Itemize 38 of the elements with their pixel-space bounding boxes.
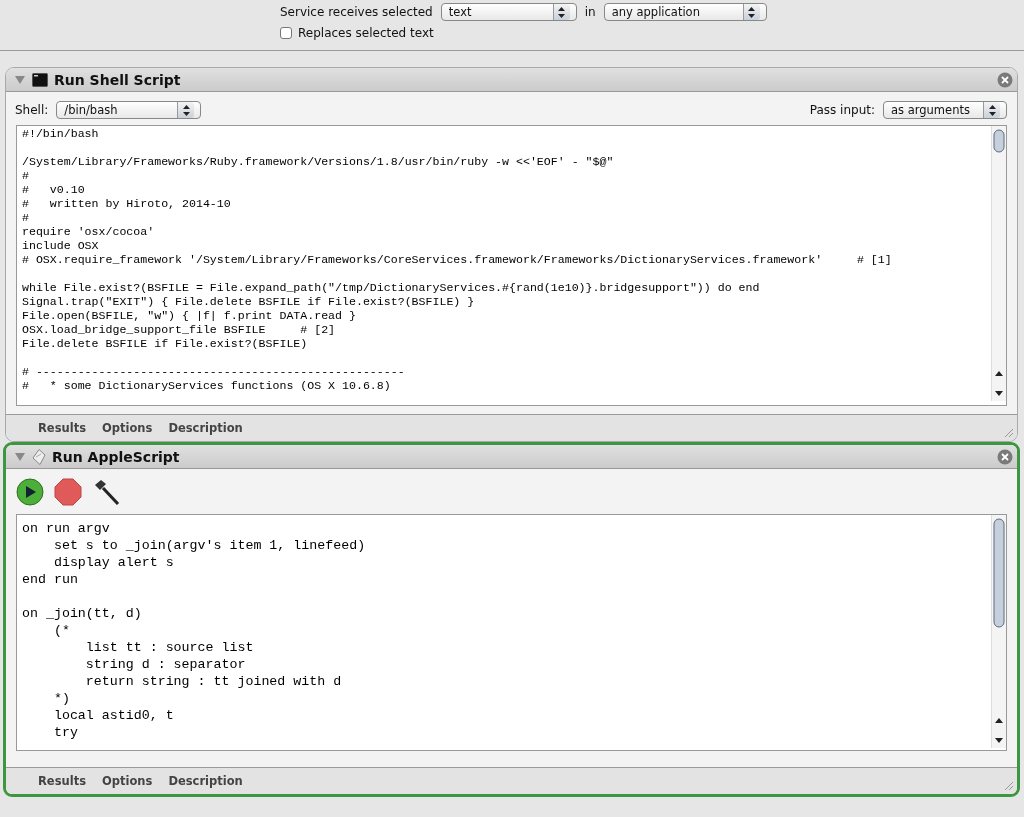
code-editor[interactable]	[16, 125, 1007, 406]
updown-arrows-icon	[557, 5, 567, 19]
resize-grip-icon[interactable]	[1003, 780, 1014, 791]
updown-arrows-icon	[181, 103, 191, 117]
updown-arrows-icon	[747, 5, 757, 19]
service-label: Service receives selected	[280, 5, 433, 19]
script-icon	[32, 448, 46, 465]
code-text: on run argv set s to _join(argv's item 1, linefeed) display alert s end run on _join(tt, d) (* list tt : source list string d : separator return string : tt joined with d *) local astid0, t try	[21, 520, 367, 742]
application-popup[interactable]: any application	[603, 3, 767, 21]
footer-tab[interactable]: Results	[30, 421, 94, 435]
replaces-label: Replaces selected text	[298, 26, 434, 40]
input-type-popup[interactable]: text	[440, 3, 577, 21]
shell-label: Shell:	[15, 103, 49, 117]
code-editor[interactable]: on run argv set s to _join(argv's item 1, linefeed) display alert s end run on _join(tt, d) (* list tt : source list string d : separator return string : tt joined with d *) local astid0, t try	[16, 514, 1007, 751]
footer-tab[interactable]: Options	[94, 421, 161, 435]
scrollbar[interactable]	[991, 126, 1006, 401]
close-icon[interactable]	[997, 448, 1013, 465]
stop-icon[interactable]	[54, 478, 82, 506]
resize-grip-icon[interactable]	[1003, 427, 1014, 438]
footer-tab[interactable]: Options	[94, 774, 161, 788]
action-title: Run AppleScript	[52, 448, 181, 465]
in-label: in	[584, 5, 596, 19]
shell-popup[interactable]: /bin/bash	[56, 101, 202, 119]
scrollbar[interactable]	[991, 515, 1006, 748]
disclosure-triangle-icon[interactable]	[14, 73, 26, 86]
updown-arrows-icon	[987, 103, 997, 117]
code-text: #!/bin/bash /System/Library/Frameworks/Ruby.framework/Versions/1.8/usr/bin/ruby -w <<'EOF' - "$@" # # v0.10 # written by Hiroto, 2014-10 # require 'osx/cocoa' include OSX # OSX.require_framework '/System/Library/Frameworks/CoreServices.framework/Frameworks/DictionaryServices.framework' # [1] while File.exist?(BSFILE = File.expand_path("/tmp/DictionaryServices.#{rand(1e10)}.bridgesupport")) do end Signal.trap("EXIT") { File.delete BSFILE if File.exist?(BSFILE) } File.open(BSFILE, "w") { |f| f.print DATA.read } OSX.load_bridge_support_file BSFILE # [2] File.delete BSFILE if File.exist?(BSFILE) # ----------------------------------------------------- # * some DictionaryServices functions (OS X 10.6.8)	[21, 126, 893, 394]
replaces-checkbox[interactable]	[280, 27, 292, 39]
disclosure-triangle-icon[interactable]	[14, 450, 26, 463]
pass-input-label: Pass input:	[809, 103, 875, 117]
close-icon[interactable]	[997, 71, 1013, 88]
action-title: Run Shell Script	[54, 71, 182, 88]
terminal-icon	[32, 72, 48, 87]
footer-tab[interactable]: Results	[30, 774, 94, 788]
play-icon[interactable]	[16, 478, 44, 506]
footer-tab[interactable]: Description	[160, 774, 251, 788]
footer-tab[interactable]: Description	[160, 421, 251, 435]
pass-input-popup[interactable]: as arguments	[883, 101, 1007, 119]
